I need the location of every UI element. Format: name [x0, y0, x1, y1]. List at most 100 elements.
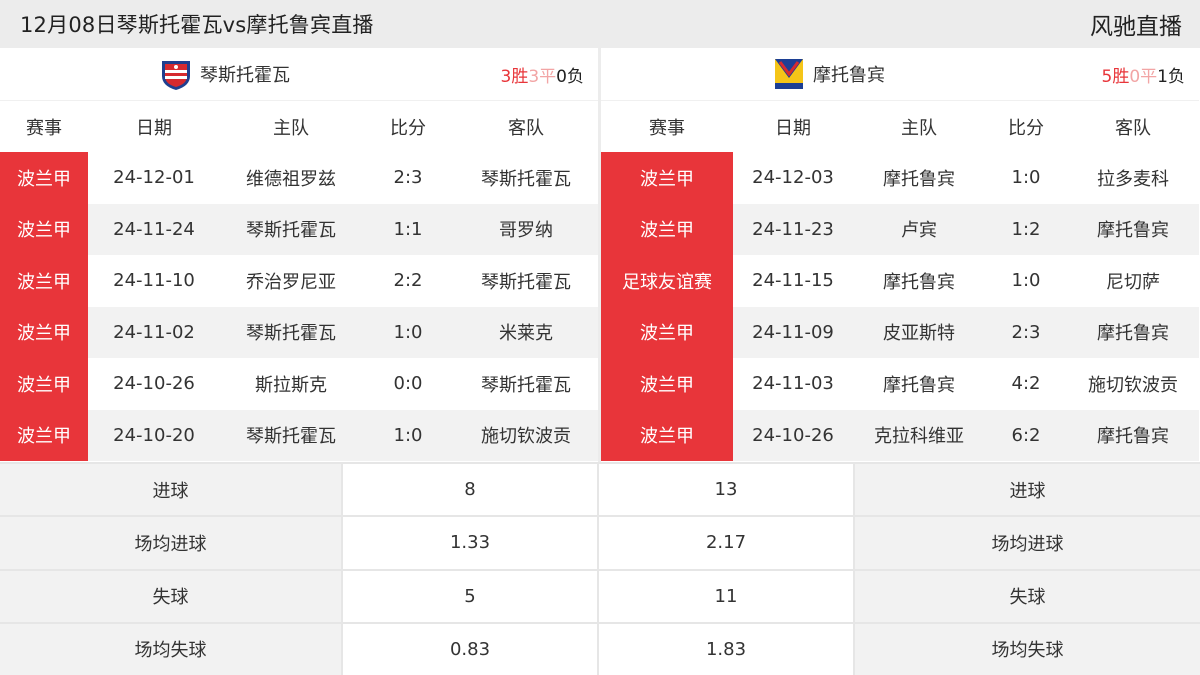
league-badge: 波兰甲: [0, 358, 88, 410]
home-team: 琴斯托霍瓦: [246, 323, 336, 345]
stat-value-home: 0.83: [343, 623, 599, 675]
column-header: 赛事 日期 主队 比分 客队: [0, 100, 598, 152]
away-team: 哥罗纳: [499, 220, 553, 242]
home-team: 克拉科维亚: [874, 426, 964, 448]
table-row[interactable]: 波兰甲 24-11-23 卢宾 1:2 摩托鲁宾: [601, 203, 1199, 255]
league-badge: 波兰甲: [601, 409, 733, 461]
match-list: 波兰甲 24-12-01 维德祖罗兹 2:3 琴斯托霍瓦 波兰甲 24-11-2…: [0, 152, 598, 461]
home-team: 乔治罗尼亚: [246, 271, 336, 293]
league-badge: 波兰甲: [0, 409, 88, 461]
record-draws: 0平: [1129, 66, 1158, 87]
column-header: 赛事 日期 主队 比分 客队: [601, 100, 1199, 152]
record-wins: 5胜: [1101, 66, 1130, 87]
team-header: 琴斯托霍瓦 3胜 3平 0负: [0, 48, 598, 100]
match-score: 6:2: [1011, 424, 1041, 446]
away-team: 摩托鲁宾: [1097, 426, 1169, 448]
col-away: 客队: [508, 117, 544, 139]
stat-label: 进球: [0, 464, 343, 516]
match-score: 4:2: [1011, 373, 1041, 395]
stat-label: 场均进球: [855, 517, 1200, 569]
team-record: 5胜 0平 1负: [1102, 48, 1185, 100]
match-score: 1:0: [393, 424, 423, 446]
match-date: 24-12-03: [752, 167, 834, 189]
stat-value-away: 11: [599, 570, 855, 622]
record-losses: 0负: [556, 66, 584, 87]
table-row[interactable]: 波兰甲 24-10-26 克拉科维亚 6:2 摩托鲁宾: [601, 409, 1199, 461]
league-badge: 波兰甲: [601, 306, 733, 358]
stat-row-conceded: 失球 5 11 失球: [0, 568, 1200, 622]
col-score: 比分: [390, 117, 426, 139]
match-date: 24-10-26: [752, 424, 834, 446]
match-date: 24-11-10: [113, 270, 195, 292]
away-team: 施切钦波贡: [481, 426, 571, 448]
table-row[interactable]: 波兰甲 24-11-03 摩托鲁宾 4:2 施切钦波贡: [601, 358, 1199, 410]
away-team: 施切钦波贡: [1088, 374, 1178, 396]
league-badge: 足球友谊赛: [601, 255, 733, 307]
stat-row-avg-goals: 场均进球 1.33 2.17 场均进球: [0, 515, 1200, 569]
table-row[interactable]: 波兰甲 24-12-03 摩托鲁宾 1:0 拉多麦科: [601, 152, 1199, 204]
league-badge: 波兰甲: [0, 306, 88, 358]
league-badge: 波兰甲: [0, 152, 88, 204]
stat-value-home: 5: [343, 570, 599, 622]
match-list: 波兰甲 24-12-03 摩托鲁宾 1:0 拉多麦科 波兰甲 24-11-23 …: [601, 152, 1199, 461]
stat-value-away: 2.17: [599, 517, 855, 569]
col-league: 赛事: [649, 117, 685, 139]
record-losses: 1负: [1157, 66, 1185, 87]
team-name[interactable]: 琴斯托霍瓦: [200, 61, 290, 87]
stat-value-away: 1.83: [599, 623, 855, 675]
home-team: 摩托鲁宾: [883, 271, 955, 293]
match-score: 1:0: [1011, 270, 1041, 292]
table-row[interactable]: 波兰甲 24-12-01 维德祖罗兹 2:3 琴斯托霍瓦: [0, 152, 598, 204]
away-team: 尼切萨: [1106, 271, 1160, 293]
stat-value-home: 8: [343, 464, 599, 516]
col-away: 客队: [1115, 117, 1151, 139]
home-team: 琴斯托霍瓦: [246, 220, 336, 242]
team-header: 摩托鲁宾 5胜 0平 1负: [601, 48, 1199, 100]
site-brand[interactable]: 风驰直播: [1090, 7, 1182, 41]
match-date: 24-10-20: [113, 424, 195, 446]
stat-label: 场均失球: [855, 623, 1200, 675]
match-score: 0:0: [393, 373, 423, 395]
away-team: 琴斯托霍瓦: [481, 168, 571, 190]
league-badge: 波兰甲: [0, 255, 88, 307]
match-score: 1:2: [1011, 218, 1041, 240]
table-row[interactable]: 波兰甲 24-11-02 琴斯托霍瓦 1:0 米莱克: [0, 306, 598, 358]
away-team: 摩托鲁宾: [1097, 220, 1169, 242]
home-team: 摩托鲁宾: [883, 168, 955, 190]
league-badge: 波兰甲: [0, 203, 88, 255]
away-team: 摩托鲁宾: [1097, 323, 1169, 345]
match-score: 1:1: [393, 218, 423, 240]
table-row[interactable]: 波兰甲 24-11-24 琴斯托霍瓦 1:1 哥罗纳: [0, 203, 598, 255]
match-date: 24-11-03: [752, 373, 834, 395]
home-team: 维德祖罗兹: [246, 168, 336, 190]
stats-table: 进球 8 13 进球 场均进球 1.33 2.17 场均进球 失球 5 11 失…: [0, 462, 1200, 675]
match-score: 2:2: [393, 270, 423, 292]
col-league: 赛事: [26, 117, 62, 139]
team-name[interactable]: 摩托鲁宾: [813, 61, 885, 87]
match-date: 24-11-09: [752, 321, 834, 343]
league-badge: 波兰甲: [601, 203, 733, 255]
home-team: 皮亚斯特: [883, 323, 955, 345]
stat-label: 失球: [0, 570, 343, 622]
record-draws: 3平: [528, 66, 557, 87]
stat-label: 进球: [855, 464, 1200, 516]
league-badge: 波兰甲: [601, 152, 733, 204]
table-row[interactable]: 波兰甲 24-11-10 乔治罗尼亚 2:2 琴斯托霍瓦: [0, 255, 598, 307]
team-crest-icon: [158, 56, 194, 92]
home-team-panel: 琴斯托霍瓦 3胜 3平 0负 赛事 日期 主队 比分 客队 波兰甲 24-12-…: [0, 48, 598, 462]
away-team: 拉多麦科: [1097, 168, 1169, 190]
col-home: 主队: [901, 117, 937, 139]
table-row[interactable]: 波兰甲 24-11-09 皮亚斯特 2:3 摩托鲁宾: [601, 306, 1199, 358]
col-home: 主队: [273, 117, 309, 139]
table-row[interactable]: 波兰甲 24-10-26 斯拉斯克 0:0 琴斯托霍瓦: [0, 358, 598, 410]
match-score: 2:3: [393, 167, 423, 189]
home-team: 琴斯托霍瓦: [246, 426, 336, 448]
table-row[interactable]: 波兰甲 24-10-20 琴斯托霍瓦 1:0 施切钦波贡: [0, 409, 598, 461]
match-date: 24-12-01: [113, 167, 195, 189]
record-wins: 3胜: [500, 66, 529, 87]
table-row[interactable]: 足球友谊赛 24-11-15 摩托鲁宾 1:0 尼切萨: [601, 255, 1199, 307]
away-team: 琴斯托霍瓦: [481, 271, 571, 293]
stat-label: 场均失球: [0, 623, 343, 675]
stat-row-avg-conceded: 场均失球 0.83 1.83 场均失球: [0, 621, 1200, 675]
match-date: 24-10-26: [113, 373, 195, 395]
